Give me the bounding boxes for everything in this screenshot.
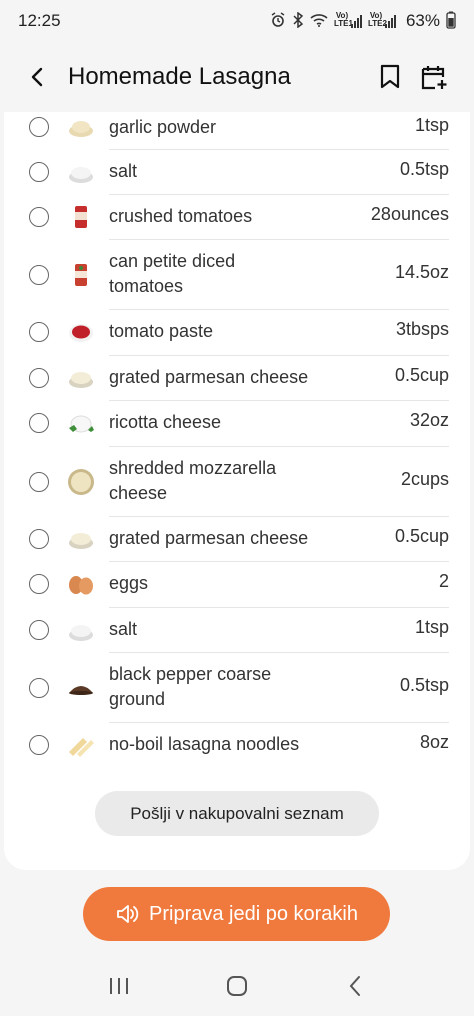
- back-chevron-icon: [349, 976, 360, 996]
- ingredient-checkbox[interactable]: [29, 413, 49, 433]
- ingredient-name: can petite diced tomatoes: [109, 251, 236, 296]
- ricotta-icon: [66, 408, 96, 438]
- ingredient-row: ricotta cheese 32oz: [4, 400, 470, 446]
- ingredient-checkbox[interactable]: [29, 117, 49, 137]
- ingredient-qty: 3tbsps: [395, 319, 449, 339]
- tomato-can-icon: [66, 202, 96, 232]
- wifi-icon: [310, 13, 328, 30]
- ingredient-qty: 1tsp: [414, 115, 449, 135]
- salt-icon: [66, 157, 96, 187]
- ingredient-checkbox[interactable]: [29, 368, 49, 388]
- status-icons: Vo) LTE1 Vo) LTE2 63%: [270, 11, 456, 32]
- ingredient-row: eggs 2: [4, 561, 470, 607]
- ingredient-row: shredded mozzarella cheese 2cups: [4, 446, 470, 516]
- bookmark-button[interactable]: [368, 55, 412, 99]
- ingredient-name: no-boil lasagna noodles: [109, 734, 300, 754]
- battery-level: 63%: [405, 11, 440, 30]
- status-bar: 12:25 Vo) LTE1 Vo) LTE2 63%: [0, 0, 474, 42]
- ingredient-row: grated parmesan cheese 0.5cup: [4, 516, 470, 561]
- ingredient-qty: 0.5tsp: [399, 675, 449, 695]
- signal-lte1-icon: Vo) LTE1: [334, 12, 362, 28]
- ingredient-name: grated parmesan cheese: [109, 367, 309, 387]
- noodles-icon: [66, 730, 96, 760]
- speaker-icon: [117, 905, 139, 923]
- ingredient-name: grated parmesan cheese: [109, 528, 309, 548]
- recent-apps-button[interactable]: [94, 966, 144, 1006]
- ingredient-checkbox[interactable]: [29, 574, 49, 594]
- ingredient-qty: 2cups: [400, 469, 449, 489]
- ingredient-name: ricotta cheese: [109, 412, 222, 432]
- recent-apps-icon: [110, 978, 128, 994]
- ingredient-row: no-boil lasagna noodles 8oz: [4, 722, 470, 768]
- ingredient-name: black pepper coarse ground: [109, 664, 272, 709]
- parmesan-icon: [66, 524, 96, 554]
- bluetooth-icon: [292, 11, 304, 31]
- ingredient-checkbox[interactable]: [29, 472, 49, 492]
- ingredient-qty: 0.5cup: [394, 526, 449, 546]
- ingredient-checkbox[interactable]: [29, 207, 49, 227]
- mozzarella-icon: [66, 467, 96, 497]
- step-by-step-button[interactable]: Priprava jedi po korakih: [83, 887, 390, 941]
- ingredient-checkbox[interactable]: [29, 620, 49, 640]
- alarm-icon: [270, 11, 286, 31]
- ingredient-row: garlic powder 1tsp: [4, 112, 470, 144]
- ingredient-row: crushed tomatoes 28ounces: [4, 194, 470, 239]
- ingredient-qty: 0.5cup: [394, 365, 449, 385]
- bookmark-icon: [380, 64, 400, 89]
- ingredient-name: garlic powder: [109, 117, 217, 137]
- ingredient-row: grated parmesan cheese 0.5cup: [4, 355, 470, 400]
- ingredient-row: salt 0.5tsp: [4, 149, 470, 194]
- salt-icon: [66, 615, 96, 645]
- ingredient-qty: 28ounces: [370, 204, 449, 224]
- garlic-powder-icon: [66, 113, 96, 143]
- ingredient-qty: 0.5tsp: [399, 159, 449, 179]
- ingredient-row: black pepper coarse ground 0.5tsp: [4, 652, 470, 722]
- ingredient-row: salt 1tsp: [4, 607, 470, 652]
- ingredient-qty: 14.5oz: [394, 262, 449, 282]
- ingredient-checkbox[interactable]: [29, 265, 49, 285]
- ingredient-row: can petite diced tomatoes 14.5oz: [4, 239, 470, 309]
- status-time: 12:25: [18, 11, 61, 30]
- ingredient-row: tomato paste 3tbsps: [4, 309, 470, 355]
- step-by-step-label: Priprava jedi po korakih: [149, 902, 358, 925]
- send-to-shopping-list-button[interactable]: Pošlji v nakupovalni seznam: [95, 791, 379, 836]
- ingredient-checkbox[interactable]: [29, 529, 49, 549]
- ingredient-name: salt: [109, 619, 138, 639]
- system-nav-bar: [0, 956, 474, 1016]
- signal-lte2-icon: Vo) LTE2: [368, 12, 396, 28]
- ingredient-qty: 2: [438, 571, 449, 591]
- system-back-button[interactable]: [330, 966, 380, 1006]
- ingredient-qty: 8oz: [419, 732, 449, 752]
- tomato-can-icon: [66, 260, 96, 290]
- calendar-add-icon: [421, 66, 447, 90]
- ingredient-checkbox[interactable]: [29, 678, 49, 698]
- add-to-calendar-button[interactable]: [412, 55, 456, 99]
- ingredients-card: garlic powder 1tsp salt 0.5tsp crushed t…: [4, 112, 470, 870]
- home-button[interactable]: [212, 966, 262, 1006]
- ingredient-name: salt: [109, 161, 138, 181]
- ingredient-checkbox[interactable]: [29, 162, 49, 182]
- app-header: Homemade Lasagna: [0, 42, 474, 112]
- tomato-paste-icon: [66, 317, 96, 347]
- back-button[interactable]: [18, 57, 58, 97]
- ingredient-checkbox[interactable]: [29, 322, 49, 342]
- parmesan-icon: [66, 363, 96, 393]
- back-arrow-icon: [31, 67, 43, 87]
- black-pepper-icon: [66, 673, 96, 703]
- eggs-icon: [66, 569, 96, 599]
- ingredient-checkbox[interactable]: [29, 735, 49, 755]
- page-title: Homemade Lasagna: [68, 63, 291, 90]
- ingredient-qty: 1tsp: [414, 617, 449, 637]
- battery-icon: [446, 11, 456, 32]
- ingredient-name: shredded mozzarella cheese: [109, 458, 277, 503]
- ingredient-name: tomato paste: [109, 321, 214, 341]
- home-icon: [227, 976, 247, 996]
- ingredient-qty: 32oz: [409, 410, 449, 430]
- ingredient-name: crushed tomatoes: [109, 206, 253, 226]
- ingredient-name: eggs: [109, 573, 149, 593]
